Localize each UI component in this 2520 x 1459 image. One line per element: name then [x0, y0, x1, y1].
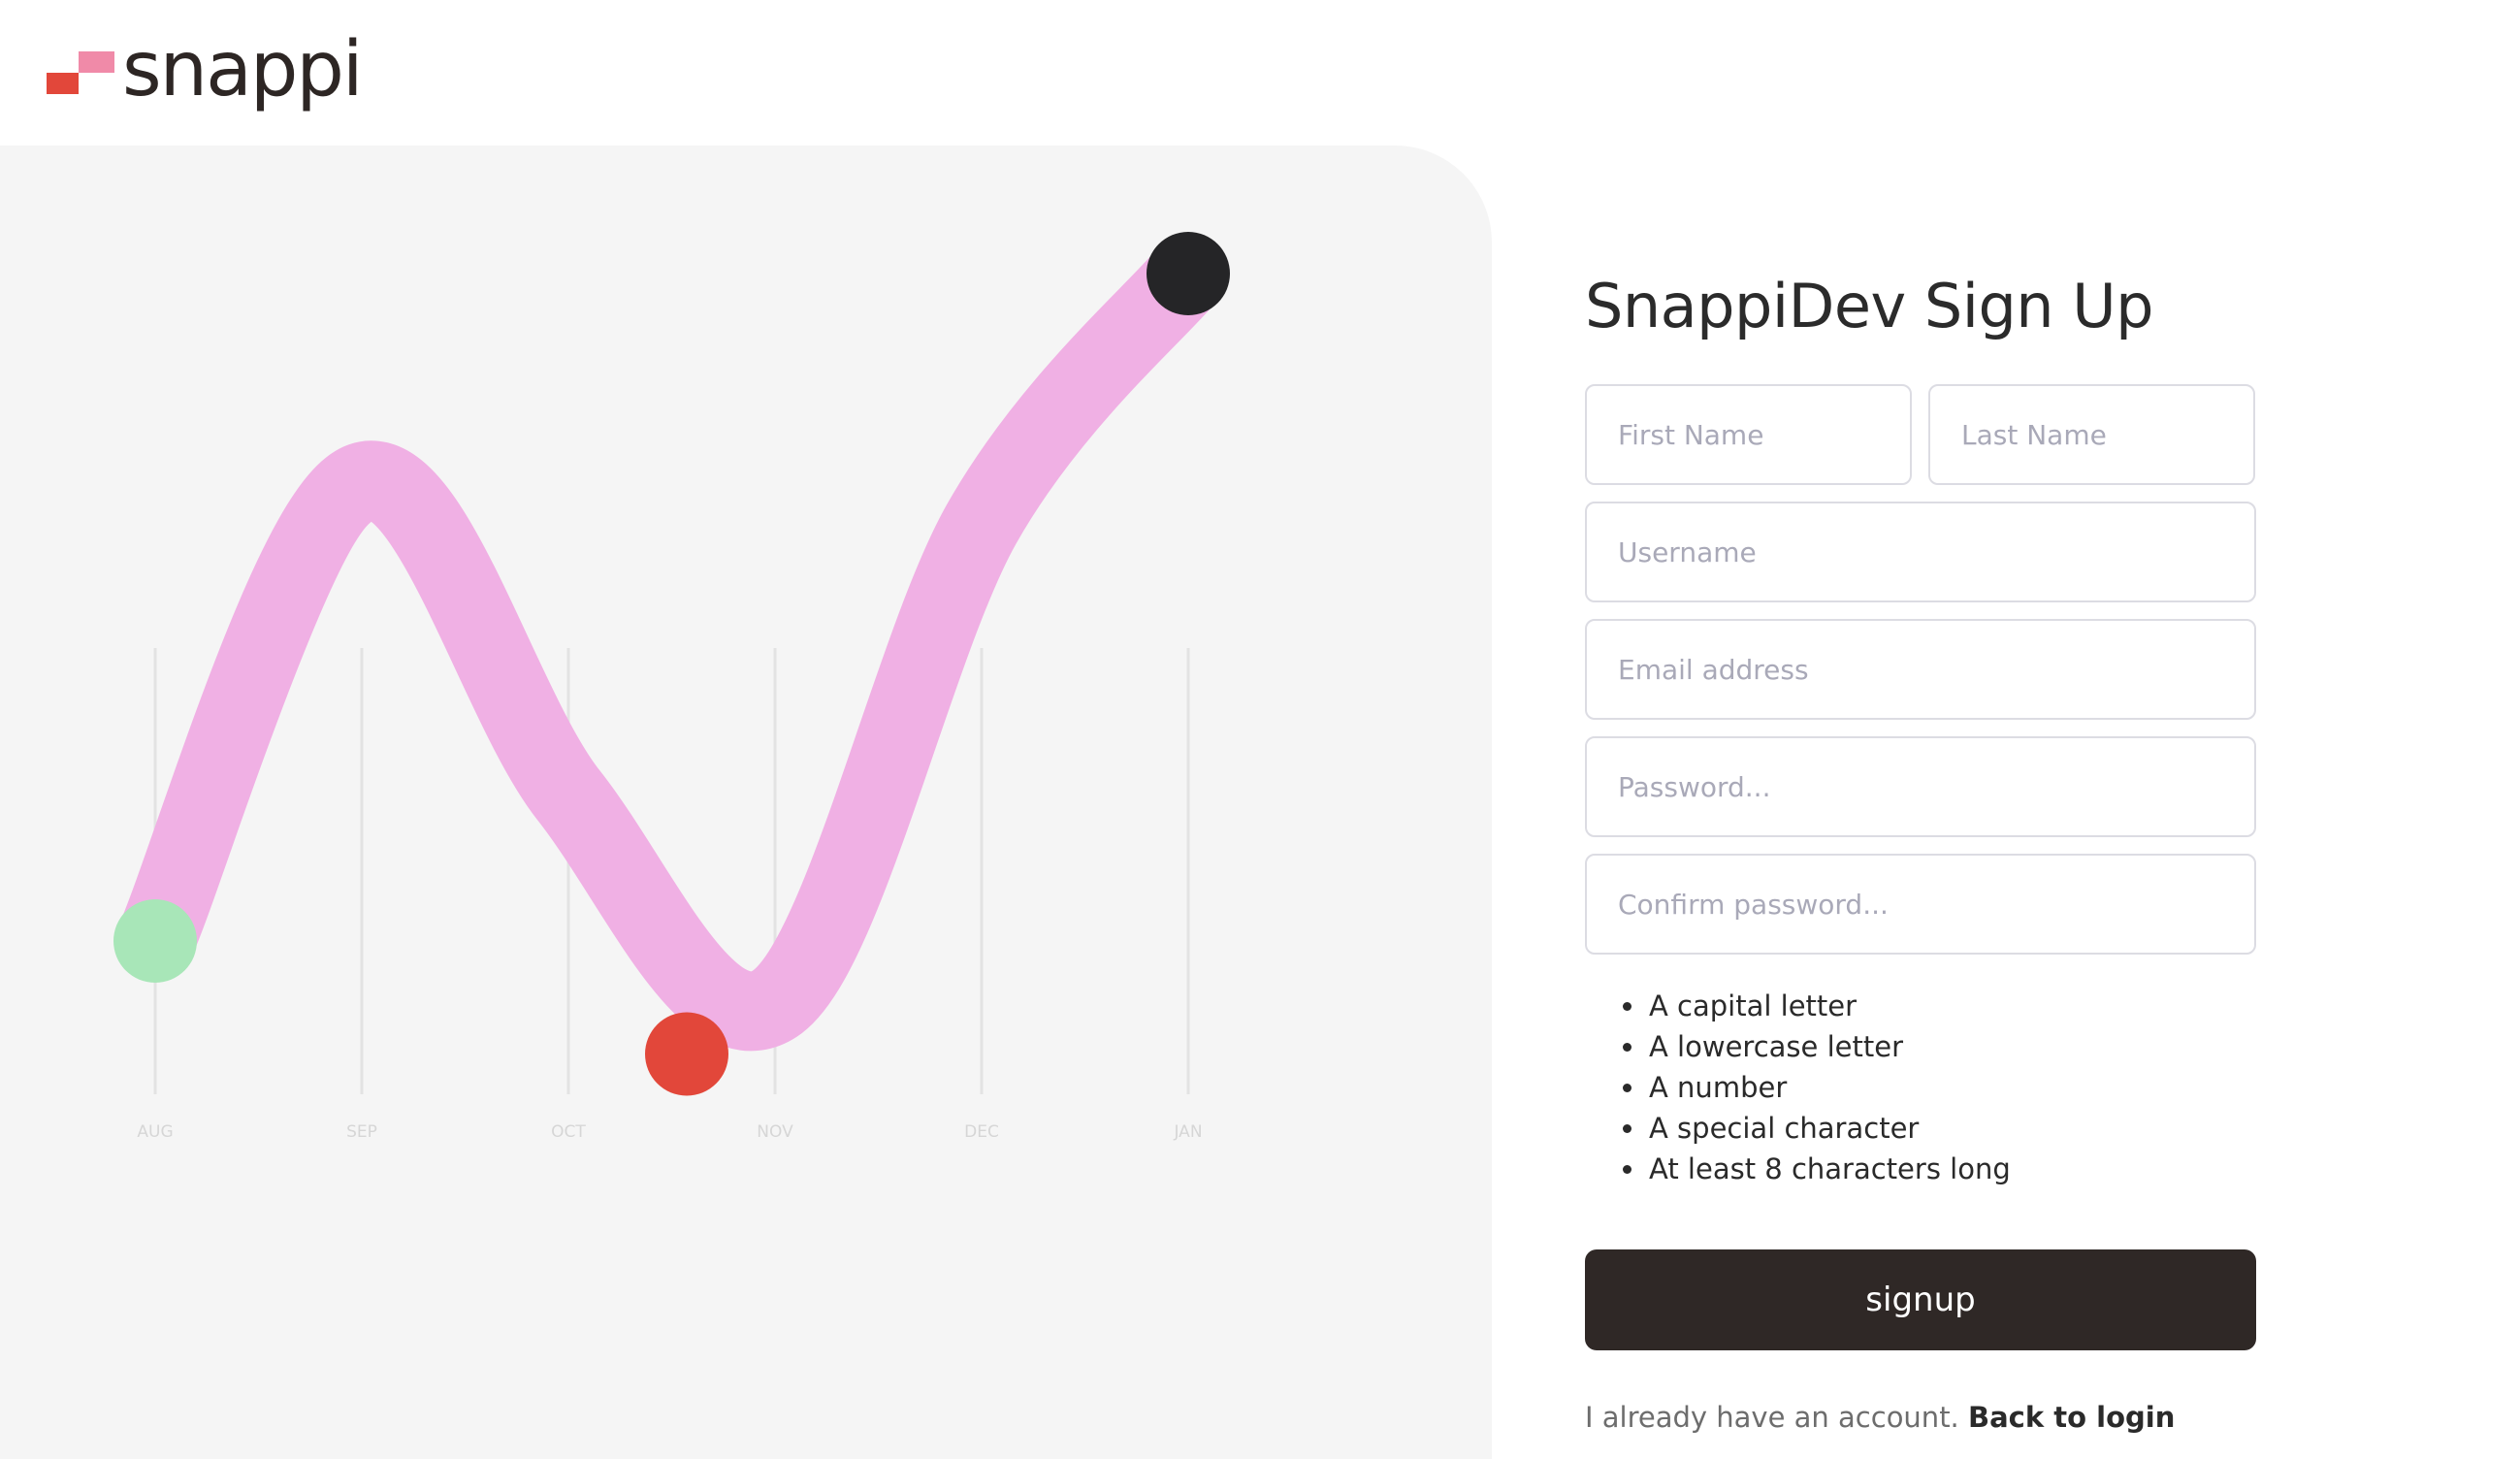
confirm-password-field[interactable]	[1585, 854, 2256, 955]
x-tick-label: OCT	[551, 1122, 586, 1142]
x-tick-label: JAN	[1173, 1122, 1202, 1142]
name-row	[1585, 384, 2256, 485]
email-field[interactable]	[1585, 619, 2256, 720]
logo-text: snappi	[122, 26, 364, 113]
username-field[interactable]	[1585, 502, 2256, 602]
timeline-chart: AUG SEP OCT NOV DEC JAN	[113, 232, 1230, 1142]
chart-marker	[113, 899, 197, 983]
x-tick-label: NOV	[757, 1122, 793, 1142]
chart-line	[115, 234, 1228, 1052]
password-rule: A special character	[1647, 1108, 2256, 1149]
password-rule: A lowercase letter	[1647, 1026, 2256, 1067]
snappi-logo[interactable]: snappi	[47, 26, 364, 124]
x-tick-label: AUG	[137, 1122, 173, 1142]
password-rule: A capital letter	[1647, 986, 2256, 1026]
password-rule: A number	[1647, 1067, 2256, 1108]
logo-mark-icon	[47, 51, 114, 94]
signup-button[interactable]: signup	[1585, 1249, 2256, 1350]
first-name-field[interactable]	[1585, 384, 1912, 485]
chart-marker	[645, 1012, 728, 1096]
top-bar: snappi	[0, 0, 2520, 146]
chart-x-labels: AUG SEP OCT NOV DEC JAN	[137, 1122, 1202, 1142]
password-field[interactable]	[1585, 736, 2256, 837]
last-name-field[interactable]	[1928, 384, 2255, 485]
page-title: SnappiDev Sign Up	[1585, 271, 2154, 341]
login-prompt-text: I already have an account.	[1585, 1401, 1959, 1434]
login-prompt: I already have an account. Back to login	[1585, 1401, 2256, 1434]
chart-marker	[1147, 232, 1230, 315]
x-tick-label: DEC	[964, 1122, 999, 1142]
signup-form: SnappiDev Sign Up A capital letter A low…	[1585, 243, 2256, 1434]
password-rules-list: A capital letter A lowercase letter A nu…	[1585, 986, 2256, 1189]
x-tick-label: SEP	[346, 1122, 377, 1142]
illustration-panel: AUG SEP OCT NOV DEC JAN	[0, 146, 1492, 1459]
back-to-login-link[interactable]: Back to login	[1968, 1401, 2175, 1434]
password-rule: At least 8 characters long	[1647, 1149, 2256, 1189]
